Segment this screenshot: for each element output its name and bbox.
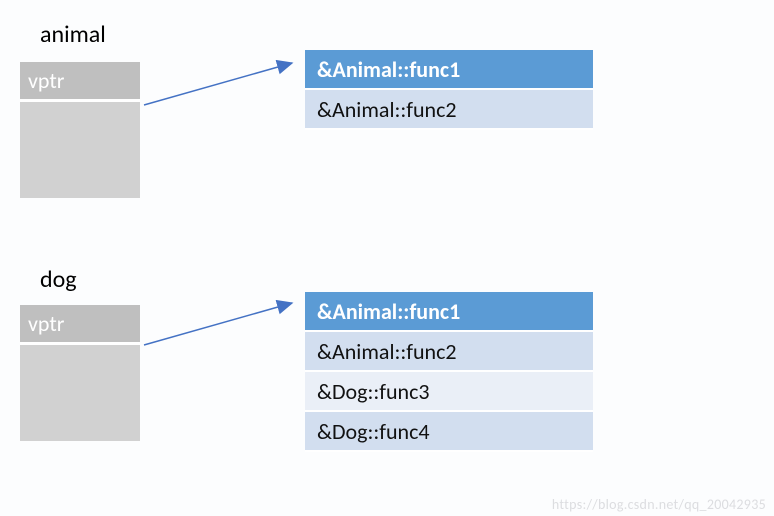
arrow-animal-to-vtable <box>140 55 310 115</box>
vtable-row: &Dog::func3 <box>305 372 593 412</box>
vtable-row: &Animal::func1 <box>305 292 593 332</box>
object-label-dog: dog <box>40 265 77 294</box>
vtable-row: &Dog::func4 <box>305 412 593 452</box>
vtable-row: &Animal::func2 <box>305 90 593 130</box>
object-box-animal: vptr <box>20 62 140 198</box>
object-members-dog <box>20 345 140 441</box>
object-members-animal <box>20 102 140 198</box>
watermark-text: https://blog.csdn.net/qq_20042935 <box>552 496 766 513</box>
arrow-dog-to-vtable <box>140 295 310 355</box>
vptr-cell-dog: vptr <box>20 305 140 345</box>
vtable-dog: &Animal::func1 &Animal::func2 &Dog::func… <box>305 292 593 452</box>
vtable-animal: &Animal::func1 &Animal::func2 <box>305 50 593 130</box>
object-label-animal: animal <box>40 20 106 49</box>
vptr-cell-animal: vptr <box>20 62 140 102</box>
vtable-row: &Animal::func1 <box>305 50 593 90</box>
object-box-dog: vptr <box>20 305 140 441</box>
vtable-row: &Animal::func2 <box>305 332 593 372</box>
